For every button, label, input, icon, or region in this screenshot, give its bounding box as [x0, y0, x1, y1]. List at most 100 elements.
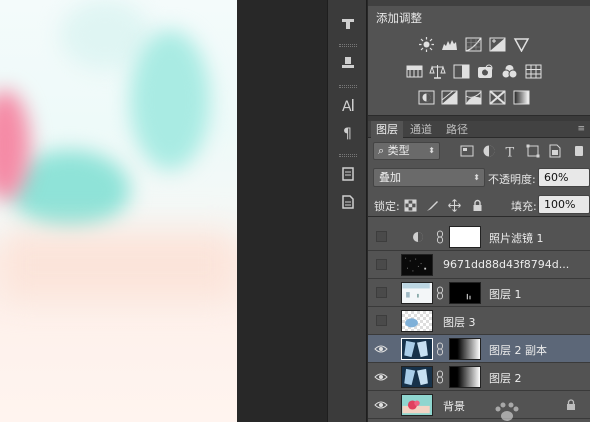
- link-icon: [436, 230, 444, 244]
- stepper-arrows-icon: ⬍: [428, 146, 435, 155]
- opacity-label: 不透明度:: [488, 173, 536, 186]
- filter-shape-icon[interactable]: [526, 144, 540, 158]
- threshold-icon[interactable]: [465, 90, 482, 105]
- opacity-input[interactable]: 60%: [538, 168, 590, 187]
- layer-row[interactable]: 9671dd88d43f8794d...: [368, 251, 590, 279]
- lock-all-icon[interactable]: [471, 199, 484, 212]
- blend-mode-select[interactable]: 叠加 ⬍: [373, 168, 485, 187]
- layer-row[interactable]: 图层 3: [368, 307, 590, 335]
- fill-input[interactable]: 100%: [538, 195, 590, 214]
- link-icon: [436, 286, 444, 300]
- panel-grip[interactable]: [339, 85, 357, 88]
- paragraph-icon[interactable]: ¶: [336, 121, 360, 143]
- posterize-icon[interactable]: [441, 90, 458, 105]
- layer-name: 图层 3: [443, 316, 476, 329]
- canvas-image-region: [130, 30, 210, 170]
- tab-channels[interactable]: 通道: [405, 121, 437, 138]
- layer-row[interactable]: 图层 2: [368, 363, 590, 391]
- eye-icon[interactable]: [374, 342, 388, 356]
- tab-paths[interactable]: 路径: [441, 121, 473, 138]
- lock-pixels-icon[interactable]: [426, 199, 439, 212]
- filter-kind-value: 类型: [387, 144, 410, 157]
- layer-mask-thumbnail[interactable]: [449, 338, 481, 360]
- stepper-arrows-icon: ⬍: [473, 173, 480, 182]
- fill-label: 填充:: [511, 200, 537, 213]
- layers-panel-tabs: 图层 通道 路径 ≡: [368, 121, 590, 138]
- invert-icon[interactable]: [418, 90, 435, 105]
- panel-grip[interactable]: [339, 44, 357, 47]
- layer-thumbnail[interactable]: [401, 338, 433, 360]
- color-lookup-icon[interactable]: [525, 64, 542, 79]
- filter-pixel-icon[interactable]: [460, 144, 474, 158]
- blend-mode-value: 叠加: [379, 171, 401, 184]
- layer-thumbnail[interactable]: [401, 310, 433, 332]
- layer-thumbnail[interactable]: [401, 366, 433, 388]
- collapsed-panel-strip: A ¶: [327, 0, 367, 422]
- layer-thumbnail[interactable]: [401, 394, 433, 416]
- color-balance-icon[interactable]: [429, 64, 446, 79]
- visibility-toggle[interactable]: [376, 231, 387, 242]
- levels-icon[interactable]: [441, 37, 458, 52]
- hue-saturation-icon[interactable]: [406, 64, 423, 79]
- layer-filter-row: ⌕ 类型 ⬍ T: [368, 139, 590, 163]
- visibility-toggle[interactable]: [376, 287, 387, 298]
- layer-name: 图层 2 副本: [489, 344, 547, 357]
- photo-filter-icon[interactable]: [477, 64, 494, 79]
- notes-icon[interactable]: [336, 163, 360, 185]
- filter-adjustment-icon[interactable]: [482, 144, 496, 158]
- history-brush-icon[interactable]: [336, 12, 360, 34]
- filter-kind-select[interactable]: ⌕ 类型 ⬍: [373, 142, 440, 160]
- layer-row-selected[interactable]: 图层 2 副本: [368, 335, 590, 363]
- exposure-icon[interactable]: [489, 37, 506, 52]
- right-panels: 添加调整 图层 通道 路径 ≡ ⌕ 类型 ⬍ T 叠加 ⬍ 不透明度: 60% …: [368, 0, 590, 422]
- svg-text:A: A: [342, 99, 352, 113]
- layer-row[interactable]: 照片滤镜 1: [368, 223, 590, 251]
- adjustments-panel-tabs[interactable]: [368, 0, 590, 6]
- properties-icon[interactable]: [336, 191, 360, 213]
- layer-row[interactable]: 背景: [368, 391, 590, 419]
- layer-row[interactable]: 图层 1: [368, 279, 590, 307]
- panel-grip[interactable]: [339, 154, 357, 157]
- layers-list: 照片滤镜 1 9671dd88d43f8794d... 图层 1 图层 3 图层…: [368, 223, 590, 422]
- clone-source-icon[interactable]: [336, 52, 360, 74]
- filter-type-icon[interactable]: T: [504, 144, 518, 161]
- layer-name: 图层 1: [489, 288, 522, 301]
- layer-thumbnail[interactable]: [401, 282, 433, 304]
- lock-transparency-icon[interactable]: [404, 199, 417, 212]
- layer-mask-thumbnail[interactable]: [449, 366, 481, 388]
- canvas-image-region: [0, 230, 237, 300]
- eye-icon[interactable]: [374, 370, 388, 384]
- vibrance-icon[interactable]: [513, 37, 530, 53]
- layer-name: 背景: [443, 400, 465, 413]
- curves-icon[interactable]: [465, 37, 482, 52]
- lock-position-icon[interactable]: [448, 199, 461, 212]
- layer-mask-thumbnail[interactable]: [449, 282, 481, 304]
- svg-text:¶: ¶: [343, 126, 352, 140]
- pasteboard: [237, 0, 327, 422]
- black-white-icon[interactable]: [453, 64, 470, 79]
- channel-mixer-icon[interactable]: [501, 64, 518, 79]
- tab-layers[interactable]: 图层: [371, 121, 403, 138]
- lock-label: 锁定:: [374, 200, 400, 213]
- filter-toggle-icon[interactable]: [572, 144, 583, 158]
- document-canvas[interactable]: [0, 0, 237, 422]
- lock-row: 锁定: 填充: 100%: [368, 193, 590, 217]
- brightness-icon[interactable]: [418, 37, 435, 52]
- layer-mask-thumbnail[interactable]: [449, 226, 481, 248]
- adjustments-panel: 添加调整: [368, 0, 590, 116]
- visibility-toggle[interactable]: [376, 259, 387, 270]
- layer-thumbnail[interactable]: [401, 254, 433, 276]
- photo-filter-icon: [412, 231, 424, 243]
- character-icon[interactable]: A: [336, 94, 360, 116]
- gradient-map-icon[interactable]: [513, 90, 530, 105]
- layer-name: 照片滤镜 1: [489, 232, 544, 245]
- selective-color-icon[interactable]: [489, 90, 506, 105]
- link-icon: [436, 370, 444, 384]
- lock-icon: [566, 399, 576, 411]
- visibility-toggle[interactable]: [376, 315, 387, 326]
- eye-icon[interactable]: [374, 398, 388, 412]
- filter-smart-object-icon[interactable]: [548, 144, 562, 158]
- panel-menu-icon[interactable]: ≡: [577, 124, 584, 134]
- blend-row: 叠加 ⬍ 不透明度: 60%: [368, 166, 590, 190]
- watermark-paw-icon: [492, 400, 522, 422]
